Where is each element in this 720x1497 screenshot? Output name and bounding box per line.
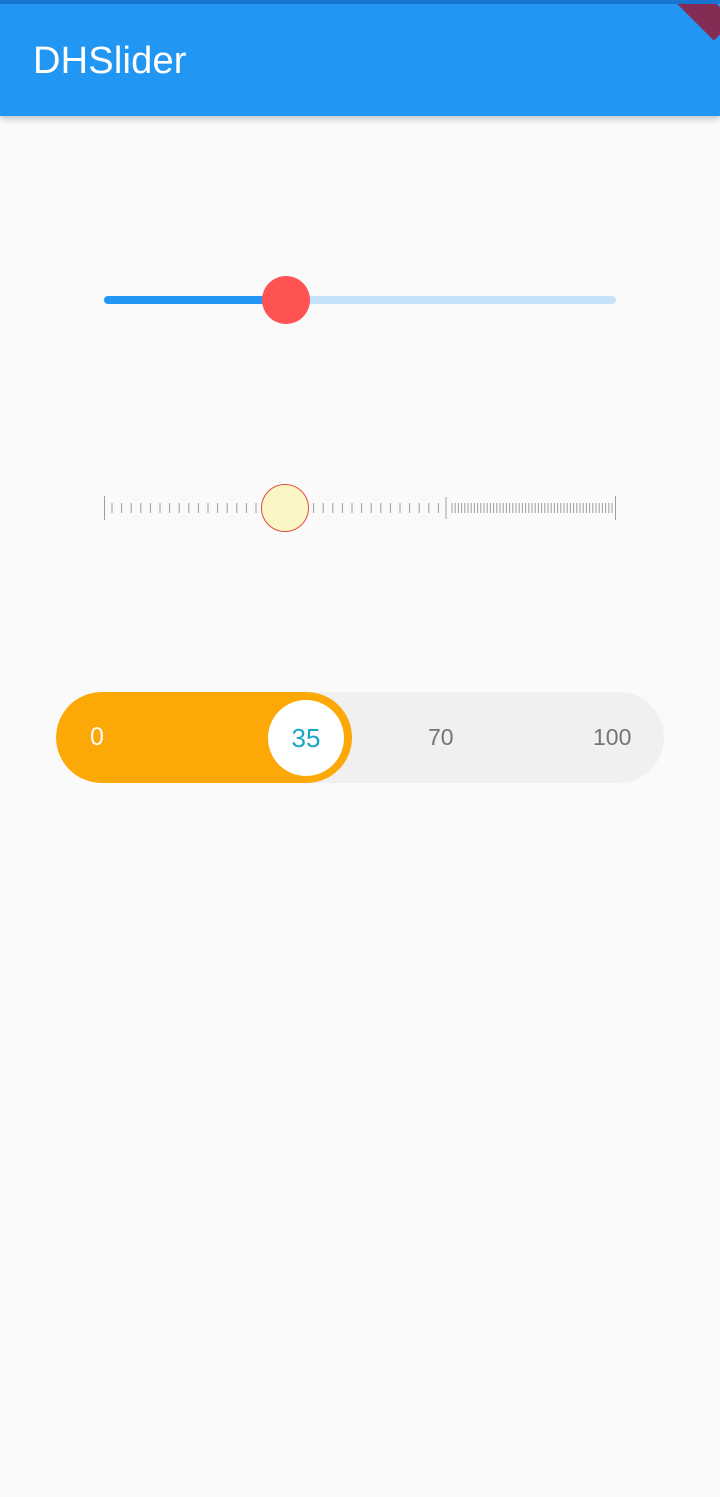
pill-slider-min-label: 0	[90, 723, 104, 751]
pill-slider-mid-label: 70	[428, 724, 454, 750]
ruler-ticks	[104, 496, 616, 520]
pill-slider-value: 35	[291, 722, 321, 753]
app-bar: DHSlider	[0, 4, 720, 116]
pill-slider-max-label: 100	[593, 724, 632, 750]
basic-slider-active-track	[104, 296, 286, 304]
basic-slider[interactable]	[104, 276, 616, 324]
debug-banner	[664, 4, 720, 41]
pill-slider[interactable]: 0 70 100 35	[56, 692, 664, 783]
ruler-slider[interactable]	[104, 482, 616, 534]
pill-slider-thumb[interactable]: 35	[268, 700, 344, 776]
basic-slider-thumb[interactable]	[262, 276, 310, 324]
app-title: DHSlider	[33, 40, 187, 82]
ruler-slider-thumb[interactable]	[261, 484, 309, 532]
